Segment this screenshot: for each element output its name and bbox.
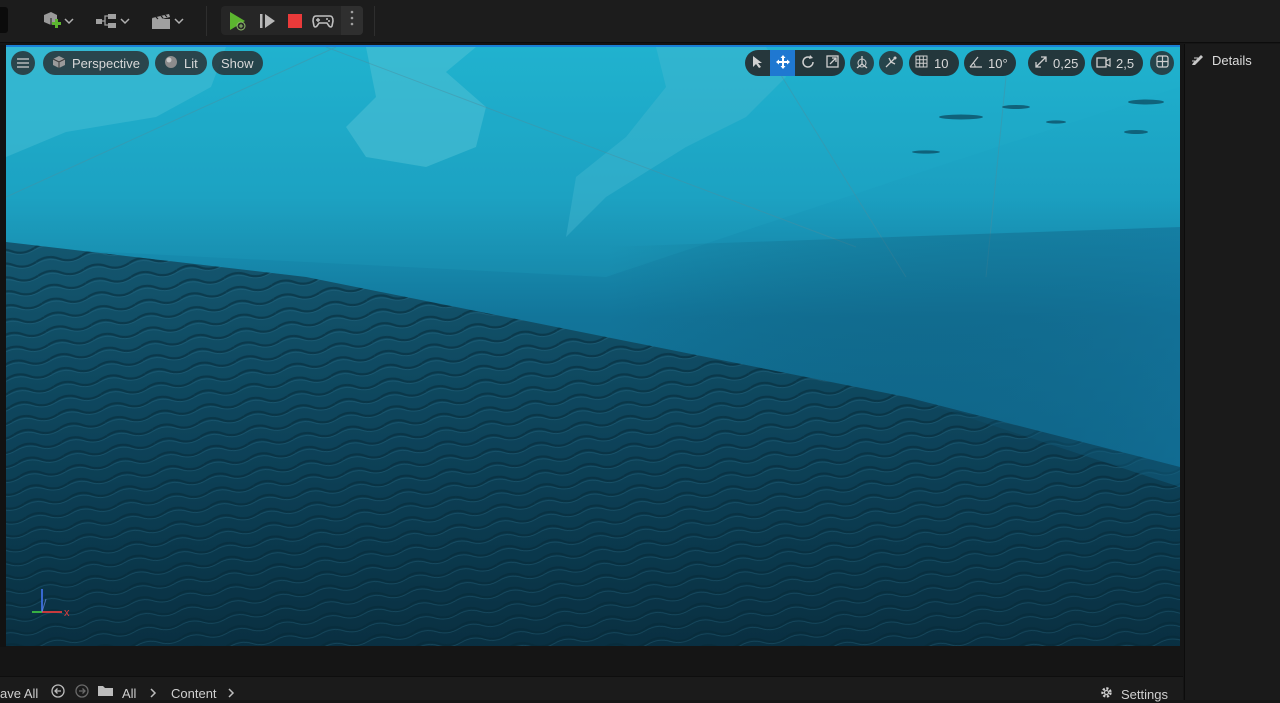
translate-icon [775,54,790,72]
advance-frame-button[interactable] [255,8,279,34]
save-all-label: ave All [0,686,39,701]
chevron-down-icon [120,17,130,25]
grid-icon [915,55,928,71]
cube-icon [52,55,66,72]
history-forward-button[interactable] [75,684,89,701]
add-actor-button[interactable] [36,8,78,34]
breadcrumb-content[interactable]: Content [171,686,217,701]
world-local-icon [855,55,869,72]
view-mode-lit-button[interactable]: Lit [155,51,207,75]
details-tab-label: Details [1212,52,1252,68]
stop-icon [287,13,303,29]
select-tool-button[interactable] [745,50,770,76]
history-back-button[interactable] [51,684,65,701]
hamburger-menu-icon [17,56,29,71]
details-tab[interactable]: Details [1191,48,1252,72]
content-settings-button[interactable]: Settings [1099,685,1168,703]
chevron-down-icon [174,17,184,25]
layout-grid-icon [1155,55,1169,71]
surface-snap-icon [884,55,898,72]
breadcrumb-all[interactable]: All [122,686,136,701]
more-vertical-icon [350,10,354,31]
show-label: Show [221,55,254,71]
level-viewport[interactable]: Perspective Lit Show 10 10° 0,25 2,5 x [6,45,1180,646]
scale-tool-button[interactable] [820,50,845,76]
lit-sphere-icon [164,55,178,72]
angle-icon [969,56,983,71]
grid-snap-value[interactable]: 10 [934,50,957,76]
lit-label: Lit [184,55,198,71]
advance-frame-icon [257,11,277,31]
viewport-layout-button[interactable] [1150,51,1174,75]
scale-icon [826,55,839,71]
toolbar-separator [206,6,207,36]
settings-label: Settings [1121,686,1168,702]
chevron-right-icon [228,688,235,698]
scale-snap-value[interactable]: 0,25 [1053,50,1083,76]
chevron-down-icon [64,17,74,25]
folder-icon-button[interactable] [97,684,114,700]
rotation-snap-toggle[interactable] [964,50,988,76]
transform-tools [745,50,845,76]
perspective-button[interactable]: Perspective [43,51,149,75]
gear-icon [1099,685,1114,703]
play-button[interactable] [224,8,250,34]
toolbar-separator [374,6,375,36]
surface-snap-button[interactable] [879,51,903,75]
folder-icon [97,684,114,700]
perspective-label: Perspective [72,55,140,71]
toolbar-left-stub [0,7,8,33]
grid-snap-toggle[interactable] [909,50,934,76]
play-options-button[interactable] [341,6,363,35]
save-all-button[interactable]: ave All [0,686,38,701]
blueprints-button[interactable] [92,8,132,34]
camera-speed-group[interactable]: 2,5 [1091,50,1143,76]
chevron-right-icon [150,688,157,698]
show-flags-button[interactable]: Show [212,51,263,75]
camera-speed-toggle[interactable] [1091,50,1116,76]
cinematics-icon [150,11,174,31]
add-actor-icon [40,10,64,32]
underwater-scene [6,47,1180,646]
gamepad-icon [312,12,334,30]
scale-snap-group[interactable]: 0,25 [1028,50,1085,76]
blueprint-icon [94,11,120,31]
grid-snap-group[interactable]: 10 [909,50,959,76]
content-browser-tab-strip [0,647,1183,676]
main-toolbar [0,0,1280,43]
scale-snap-icon [1034,55,1047,71]
cinematics-button[interactable] [147,8,187,34]
rotate-tool-button[interactable] [795,50,820,76]
rotation-snap-group[interactable]: 10° [964,50,1016,76]
stop-button[interactable] [284,8,306,34]
breadcrumb-all-label: All [122,686,137,701]
details-panel: Details [1184,44,1280,700]
rotate-icon [801,54,815,72]
select-icon [752,55,764,72]
content-browser-toolbar: ave All All Content Settings [0,676,1183,703]
pencil-icon [1191,52,1206,69]
axis-gizmo: x [32,589,70,619]
axis-x-label: x [64,607,70,619]
play-icon [225,10,249,32]
possess-eject-button[interactable] [310,8,336,34]
breadcrumb-content-label: Content [171,686,217,701]
forward-arrow-icon [75,684,89,701]
local-space-button[interactable] [850,51,874,75]
back-arrow-icon [51,684,65,701]
translate-tool-button[interactable] [770,50,795,76]
camera-icon [1096,56,1111,71]
rotation-snap-value[interactable]: 10° [988,50,1014,76]
scale-snap-toggle[interactable] [1028,50,1053,76]
viewport-options-button[interactable] [11,51,35,75]
camera-speed-value[interactable]: 2,5 [1116,50,1141,76]
